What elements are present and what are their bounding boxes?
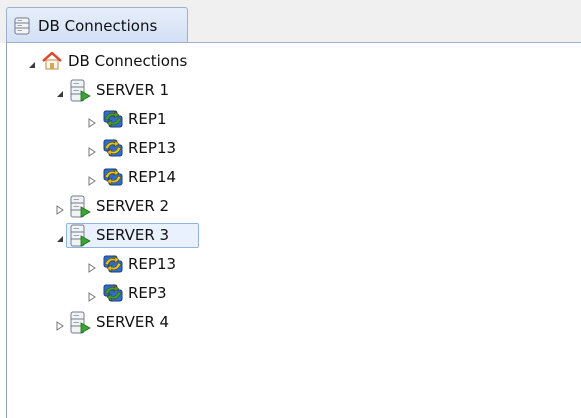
server-icon [69,224,91,252]
replication-green-icon [101,108,125,134]
tree-node-replication[interactable]: REP13 [86,252,546,278]
server-icon [69,79,91,107]
collapsed-arrow-icon[interactable] [54,317,66,331]
server-icon [69,311,91,339]
replication-label: REP3 [128,284,167,302]
tree-node-replication[interactable]: REP1 [86,107,546,133]
tree-node-server[interactable]: SERVER 3 [54,223,514,249]
tree-node-replication[interactable]: REP14 [86,165,546,191]
replication-yellow-icon [101,166,125,192]
replication-yellow-icon [101,137,125,163]
collapsed-arrow-icon[interactable] [86,143,98,157]
home-icon [41,50,63,76]
tree-node-server[interactable]: SERVER 4 [54,310,514,336]
connections-tree-panel: DB Connections SERVER 1 REP1 REP13 REP14… [6,42,581,418]
server-label: SERVER 1 [96,81,170,99]
replication-label: REP13 [128,255,177,273]
expanded-arrow-icon[interactable] [54,230,66,242]
tree-root-db-connections[interactable]: DB Connections [26,49,486,75]
tree-node-server[interactable]: SERVER 2 [54,194,514,220]
server-label: SERVER 4 [96,313,170,331]
collapsed-arrow-icon[interactable] [86,172,98,186]
replication-green-icon [101,282,125,308]
collapsed-arrow-icon[interactable] [86,288,98,302]
tab-title: DB Connections [38,17,158,35]
replication-label: REP14 [128,168,177,186]
database-icon [13,17,31,35]
tree-root-label: DB Connections [68,52,188,70]
server-icon [69,195,91,223]
collapsed-arrow-icon[interactable] [54,201,66,215]
expanded-arrow-icon[interactable] [26,56,38,68]
collapsed-arrow-icon[interactable] [86,114,98,128]
server-label: SERVER 3 [96,226,170,244]
tab-bar: DB Connections [0,0,581,43]
tree-node-server[interactable]: SERVER 1 [54,78,514,104]
expanded-arrow-icon[interactable] [54,85,66,97]
tree-node-replication[interactable]: REP13 [86,136,546,162]
server-label: SERVER 2 [96,197,170,215]
replication-yellow-icon [101,253,125,279]
replication-label: REP1 [128,110,167,128]
tab-db-connections[interactable]: DB Connections [6,7,188,43]
replication-label: REP13 [128,139,177,157]
collapsed-arrow-icon[interactable] [86,259,98,273]
tree-node-replication[interactable]: REP3 [86,281,546,307]
